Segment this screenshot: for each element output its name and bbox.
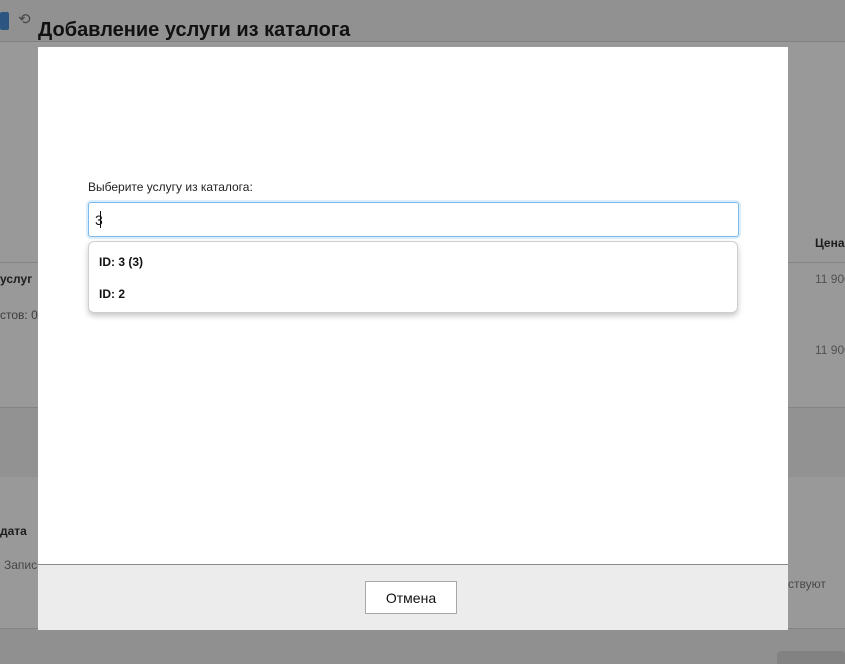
modal-footer: Отмена: [38, 564, 788, 630]
modal-title: Добавление услуги из каталога: [38, 19, 351, 41]
catalog-field-label: Выберите услугу из каталога:: [88, 180, 253, 194]
suggestions-dropdown: ID: 3 (3) ID: 2: [88, 241, 738, 313]
catalog-search-input[interactable]: [88, 202, 739, 237]
suggestion-item[interactable]: ID: 2: [99, 287, 125, 301]
cancel-button[interactable]: Отмена: [365, 581, 457, 614]
suggestion-item[interactable]: ID: 3 (3): [99, 255, 143, 269]
text-caret: [100, 211, 101, 228]
modal-body: Выберите услугу из каталога: ID: 3 (3) I…: [38, 47, 788, 564]
